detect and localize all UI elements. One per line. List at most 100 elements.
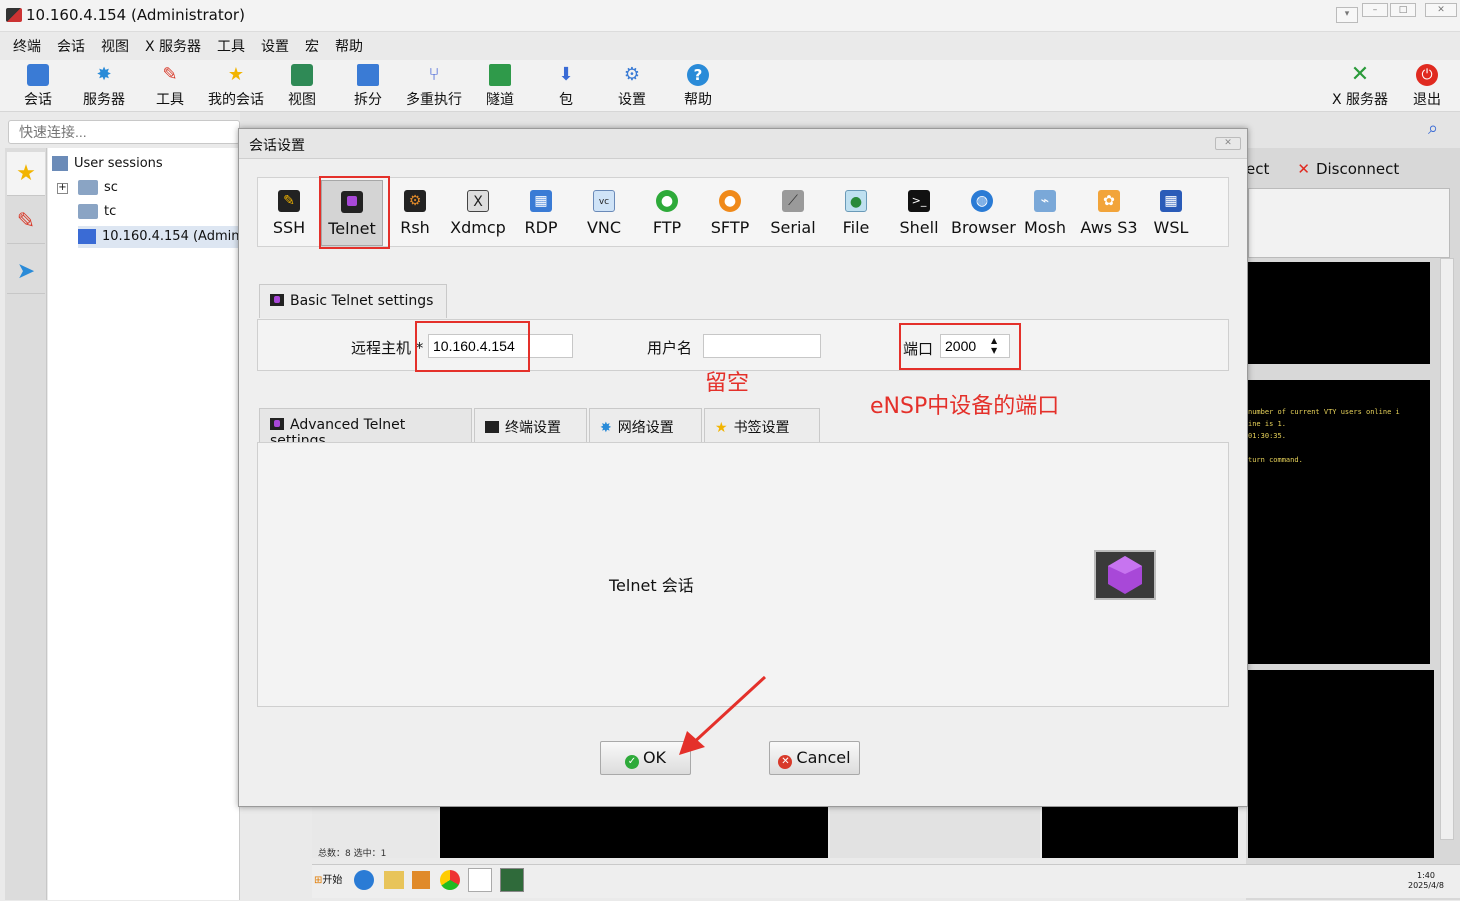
menu-sessions[interactable]: 会话 [57,36,85,56]
menu-terminal[interactable]: 终端 [13,36,41,56]
player-icon[interactable] [412,871,430,889]
tab-network-settings[interactable]: ✸ 网络设置 [589,408,702,442]
bottom-gap [830,806,1040,858]
user-icon [52,156,68,171]
rsh-icon: ⚙ [404,190,426,212]
protocol-rsh[interactable]: ⚙ Rsh [384,188,446,246]
check-icon: ✓ [624,755,639,769]
package-icon: ⬇ [558,64,574,85]
session-caption: Telnet 会话 [609,576,694,595]
toolbar-session-button[interactable]: 会话 [7,62,69,109]
toolbar-settings-button[interactable]: ⚙ 设置 [601,62,663,109]
aws-s3-icon: ✿ [1098,190,1120,212]
terminal-pane-2: number of current VTY users online i ine… [1248,380,1430,664]
scrollbar[interactable] [1440,258,1454,840]
menu-tools[interactable]: 工具 [217,36,245,56]
protocol-serial[interactable]: ⟋ Serial [762,188,824,246]
servers-icon: ✸ [96,64,112,85]
tab-advanced-telnet[interactable]: Advanced Telnet settings [259,408,472,449]
toolbar-xserver-button[interactable]: ✕ X 服务器 [1328,62,1392,109]
split-icon [357,64,379,86]
protocol-wsl[interactable]: ▦ WSL [1140,188,1202,246]
protocol-xdmcp[interactable]: X Xdmcp [447,188,509,246]
menu-help[interactable]: 帮助 [335,36,363,56]
toolbar-view-button[interactable]: 视图 [271,62,333,109]
terminal-bottom-2 [1042,806,1238,858]
protocol-mosh[interactable]: ⌁ Mosh [1014,188,1076,246]
tree-folder-sc[interactable]: sc [78,180,118,195]
protocol-ftp[interactable]: ● FTP [636,188,698,246]
basic-settings-tab[interactable]: Basic Telnet settings [259,284,447,318]
protocol-sftp[interactable]: ● SFTP [699,188,761,246]
session-icon [27,64,49,86]
menu-macros[interactable]: 宏 [305,36,319,56]
sidebar-tools-icon[interactable]: ✎ [7,200,45,244]
paperclip-icon[interactable]: ⌕ [1428,118,1438,139]
tab-bookmark-settings[interactable]: ★ 书签设置 [704,408,820,442]
telnet-highlight [319,176,390,249]
toolbar-split-button[interactable]: 拆分 [337,62,399,109]
cancel-button[interactable]: ✕ Cancel [769,741,860,775]
toolbar: 会话 ✸ 服务器 ✎ 工具 ★ 我的会话 视图 拆分 ⑂ 多重执行 隧道 ⬇ 包 ⚙ 设置 … [0,60,1460,112]
folder-taskbar-icon[interactable] [384,871,404,889]
protocol-aws-s3[interactable]: ✿ Aws S3 [1077,188,1141,246]
status-count: 总数：8 选中：1 [318,849,387,859]
view-icon [291,64,313,86]
minimize-button[interactable]: – [1362,3,1388,17]
terminal-bottom-1 [440,806,828,858]
username-input[interactable] [703,334,821,358]
toolbar-multiexec-button[interactable]: ⑂ 多重执行 [403,62,465,109]
chrome-icon[interactable] [440,870,460,890]
ie-icon[interactable] [354,870,374,890]
menu-settings[interactable]: 设置 [261,36,289,56]
disconnect-area[interactable]: ect ✕ Disconnect [1246,160,1399,178]
tree-folder-tc[interactable]: tc [78,204,116,219]
toolbar-my-sessions-button[interactable]: ★ 我的会话 [205,62,267,109]
port-spinner-icon[interactable]: ▲ ▼ [991,336,997,356]
protocol-ssh[interactable]: ✎ SSH [258,188,320,246]
monitor-icon [78,229,96,244]
tunnel-icon [489,64,511,86]
sidebar-star-icon[interactable]: ★ [7,152,45,196]
protocol-selector: ✎ SSH Telnet ⚙ Rsh X Xdmcp ▦ RDP vc VNC ● FTP … [257,177,1229,247]
menu-xserver[interactable]: X 服务器 [145,36,201,56]
taskbar: ⊞开始 1:40 2025/4/8 [312,864,1460,898]
help-icon: ? [687,64,709,86]
toolbar-tunnel-button[interactable]: 隧道 [469,62,531,109]
port-input[interactable] [940,334,1010,358]
protocol-shell[interactable]: >_ Shell [888,188,950,246]
dialog-close-button[interactable]: ✕ [1215,137,1241,150]
remote-host-label: 远程主机 * [351,339,424,357]
protocol-file[interactable]: ● File [825,188,887,246]
toolbar-tools-button[interactable]: ✎ 工具 [139,62,201,109]
xdmcp-icon: X [467,190,489,212]
terminal-pane-3 [1248,670,1434,858]
window-title: 10.160.4.154 (Administrator) [26,6,245,24]
annotation-arrow [679,675,767,755]
quick-connect-input[interactable] [8,120,240,144]
tree-session-item[interactable]: 10.160.4.154 (Administ [78,226,240,248]
sidebar-send-icon[interactable]: ➤ [7,250,45,294]
protocol-vnc[interactable]: vc VNC [573,188,635,246]
mobaxterm-taskbar-icon[interactable] [468,868,492,892]
toolbar-exit-button[interactable]: ⏻ 退出 [1396,62,1458,109]
menu-view[interactable]: 视图 [101,36,129,56]
tree-root[interactable]: User sessions [52,156,163,171]
protocol-browser[interactable]: ◍ Browser [951,188,1016,246]
file-icon: ● [845,190,867,212]
telnet-large-icon [1094,550,1156,600]
toolbar-package-button[interactable]: ⬇ 包 [535,62,597,109]
shell-icon: >_ [908,190,930,212]
ftp-icon: ● [656,190,678,212]
tab-terminal-settings[interactable]: 终端设置 [474,408,587,442]
toolbar-help-button[interactable]: ? 帮助 [667,62,729,109]
maximize-button[interactable]: □ [1390,3,1416,17]
start-button[interactable]: ⊞开始 [314,871,342,886]
dropdown-icon[interactable]: ▾ [1336,7,1358,23]
close-button[interactable]: ✕ [1425,3,1457,17]
terminal-taskbar-icon[interactable] [500,868,524,892]
disconnect-icon: ✕ [1297,160,1310,178]
expand-icon[interactable]: + [57,183,68,194]
protocol-rdp[interactable]: ▦ RDP [510,188,572,246]
toolbar-servers-button[interactable]: ✸ 服务器 [73,62,135,109]
